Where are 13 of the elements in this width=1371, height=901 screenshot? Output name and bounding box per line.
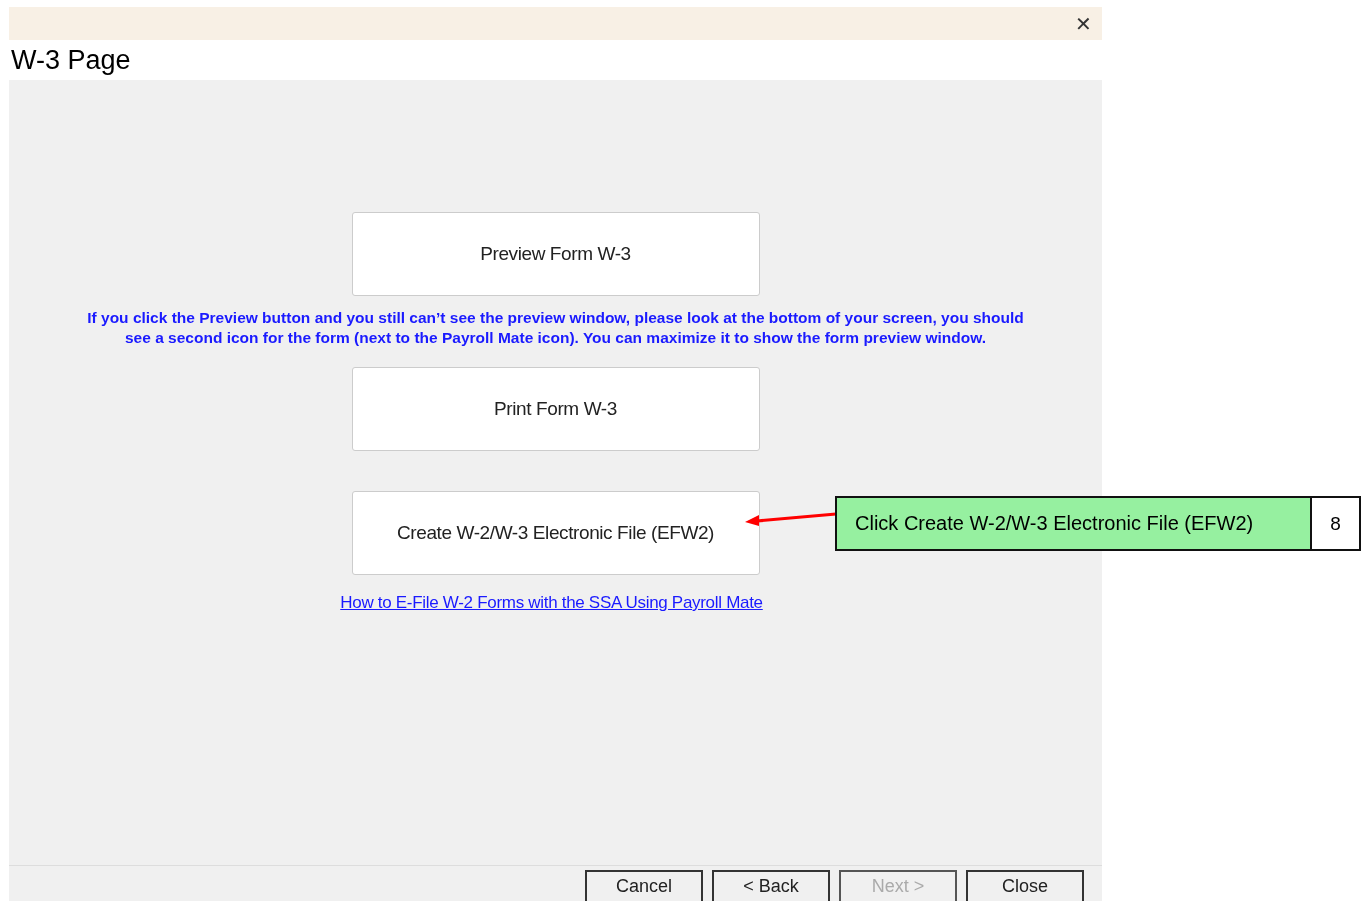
callout-label: Click Create W-2/W-3 Electronic File (EFW2) — [835, 496, 1312, 551]
action-button[interactable]: Preview Form W-3 — [351, 212, 760, 296]
step-number: 8 — [1312, 496, 1361, 551]
action-button[interactable]: Create W-2/W-3 Electronic File (EFW2) — [351, 491, 760, 575]
action-button[interactable]: Print Form W-3 — [351, 367, 760, 451]
page-title: W-3 Page — [11, 44, 131, 76]
footer-button[interactable]: Cancel — [585, 870, 703, 901]
help-link[interactable]: How to E-File W-2 Forms with the SSA Using Payroll Mate — [340, 593, 763, 613]
footer-button[interactable]: < Back — [712, 870, 830, 901]
arrow-icon — [745, 512, 837, 526]
info-note: If you click the Preview button and you still can’t see the preview window, please look at the bottom of your screen, you should see a second icon for the form (next to the Payroll Mate icon). You can maximize it to show the form preview window. — [86, 308, 1025, 347]
close-button[interactable]: ✕ — [1075, 13, 1092, 34]
footer-button[interactable]: Close — [966, 870, 1084, 901]
